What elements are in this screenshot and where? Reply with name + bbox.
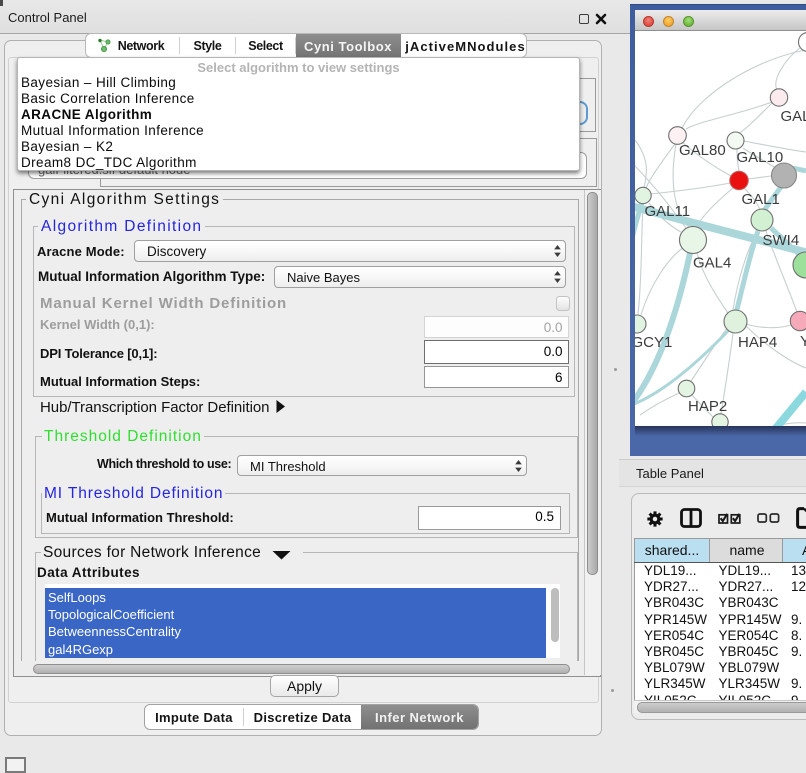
svg-text:GCY1: GCY1: [635, 334, 672, 351]
svg-text:Y: Y: [800, 333, 806, 350]
svg-text:SWI4: SWI4: [763, 232, 800, 249]
svg-text:HAP4: HAP4: [738, 334, 777, 351]
svg-text:GAL: GAL: [781, 108, 806, 125]
svg-text:GAL80: GAL80: [679, 142, 726, 159]
svg-text:GAL10: GAL10: [737, 149, 784, 166]
svg-text:GAL4: GAL4: [693, 255, 731, 272]
svg-text:GAL11: GAL11: [645, 203, 691, 220]
svg-text:HAP2: HAP2: [688, 398, 727, 415]
svg-text:GAL1: GAL1: [742, 191, 780, 208]
